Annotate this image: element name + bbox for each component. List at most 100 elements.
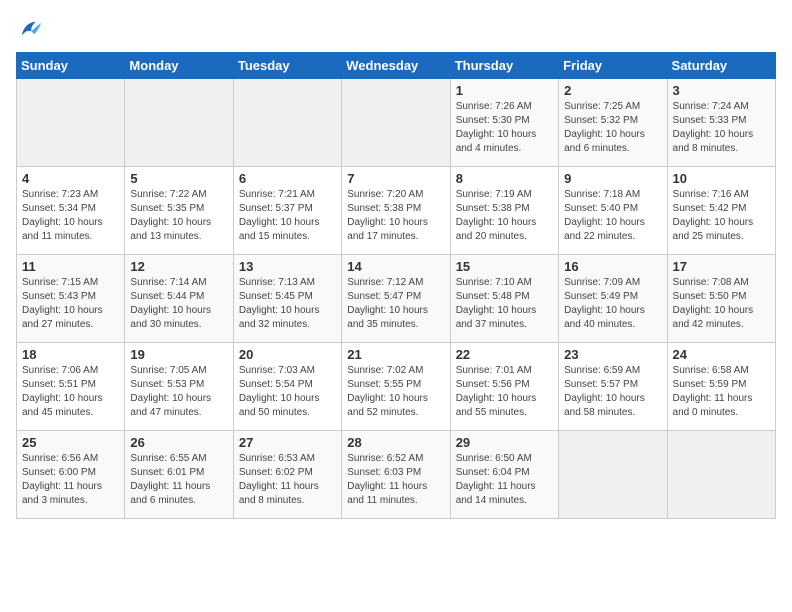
- calendar-cell: [17, 79, 125, 167]
- calendar-cell: 24 Sunrise: 6:58 AM Sunset: 5:59 PM Dayli…: [667, 343, 775, 431]
- calendar-week-row: 4Sunrise: 7:23 AM Sunset: 5:34 PM Daylig…: [17, 167, 776, 255]
- day-number: 5: [130, 171, 227, 186]
- calendar-cell: 17 Sunrise: 7:08 AM Sunset: 5:50 PM Dayli…: [667, 255, 775, 343]
- logo: [16, 16, 48, 44]
- calendar-cell: 1 Sunrise: 7:26 AM Sunset: 5:30 PM Daylig…: [450, 79, 558, 167]
- calendar-cell: 20 Sunrise: 7:03 AM Sunset: 5:54 PM Dayli…: [233, 343, 341, 431]
- weekday-header-monday: Monday: [125, 53, 233, 79]
- weekday-header-row: SundayMondayTuesdayWednesdayThursdayFrid…: [17, 53, 776, 79]
- day-info: Sunrise: 7:02 AM Sunset: 5:55 PM Dayligh…: [347, 364, 444, 420]
- calendar-week-row: 11Sunrise: 7:15 AM Sunset: 5:43 PM Dayli…: [17, 255, 776, 343]
- calendar-cell: 2 Sunrise: 7:25 AM Sunset: 5:32 PM Daylig…: [559, 79, 667, 167]
- day-number: 22: [456, 347, 553, 362]
- calendar-cell: 18 Sunrise: 7:06 AM Sunset: 5:51 PM Dayli…: [17, 343, 125, 431]
- calendar-cell: 6 Sunrise: 7:21 AM Sunset: 5:37 PM Daylig…: [233, 167, 341, 255]
- day-info: Sunrise: 7:16 AM Sunset: 5:42 PM Dayligh…: [673, 188, 770, 244]
- day-info: Sunrise: 7:05 AM Sunset: 5:53 PM Dayligh…: [130, 364, 227, 420]
- day-number: 28: [347, 435, 444, 450]
- day-number: 15: [456, 259, 553, 274]
- day-number: 26: [130, 435, 227, 450]
- day-info: Sunrise: 6:59 AM Sunset: 5:57 PM Dayligh…: [564, 364, 661, 420]
- calendar-cell: 23 Sunrise: 6:59 AM Sunset: 5:57 PM Dayli…: [559, 343, 667, 431]
- calendar-cell: 26 Sunrise: 6:55 AM Sunset: 6:01 PM Dayli…: [125, 431, 233, 519]
- day-number: 10: [673, 171, 770, 186]
- calendar-cell: 5Sunrise: 7:22 AM Sunset: 5:35 PM Daylig…: [125, 167, 233, 255]
- day-number: 29: [456, 435, 553, 450]
- calendar-week-row: 1 Sunrise: 7:26 AM Sunset: 5:30 PM Daylig…: [17, 79, 776, 167]
- day-info: Sunrise: 6:52 AM Sunset: 6:03 PM Dayligh…: [347, 452, 444, 508]
- day-info: Sunrise: 7:06 AM Sunset: 5:51 PM Dayligh…: [22, 364, 119, 420]
- day-number: 13: [239, 259, 336, 274]
- calendar-cell: 11Sunrise: 7:15 AM Sunset: 5:43 PM Dayli…: [17, 255, 125, 343]
- day-info: Sunrise: 7:13 AM Sunset: 5:45 PM Dayligh…: [239, 276, 336, 332]
- day-number: 20: [239, 347, 336, 362]
- day-number: 9: [564, 171, 661, 186]
- day-info: Sunrise: 7:01 AM Sunset: 5:56 PM Dayligh…: [456, 364, 553, 420]
- day-number: 3: [673, 83, 770, 98]
- calendar-cell: 14Sunrise: 7:12 AM Sunset: 5:47 PM Dayli…: [342, 255, 450, 343]
- calendar-cell: 10 Sunrise: 7:16 AM Sunset: 5:42 PM Dayli…: [667, 167, 775, 255]
- page-header: [16, 16, 776, 44]
- logo-bird-icon: [16, 16, 44, 44]
- day-number: 18: [22, 347, 119, 362]
- day-info: Sunrise: 7:21 AM Sunset: 5:37 PM Dayligh…: [239, 188, 336, 244]
- calendar-cell: [667, 431, 775, 519]
- day-info: Sunrise: 7:08 AM Sunset: 5:50 PM Dayligh…: [673, 276, 770, 332]
- calendar-week-row: 25Sunrise: 6:56 AM Sunset: 6:00 PM Dayli…: [17, 431, 776, 519]
- day-number: 16: [564, 259, 661, 274]
- calendar-cell: 4Sunrise: 7:23 AM Sunset: 5:34 PM Daylig…: [17, 167, 125, 255]
- day-number: 12: [130, 259, 227, 274]
- day-info: Sunrise: 6:58 AM Sunset: 5:59 PM Dayligh…: [673, 364, 770, 420]
- calendar-cell: 29 Sunrise: 6:50 AM Sunset: 6:04 PM Dayli…: [450, 431, 558, 519]
- day-info: Sunrise: 6:50 AM Sunset: 6:04 PM Dayligh…: [456, 452, 553, 508]
- calendar-cell: 8 Sunrise: 7:19 AM Sunset: 5:38 PM Daylig…: [450, 167, 558, 255]
- day-info: Sunrise: 7:14 AM Sunset: 5:44 PM Dayligh…: [130, 276, 227, 332]
- day-number: 1: [456, 83, 553, 98]
- day-number: 21: [347, 347, 444, 362]
- day-number: 23: [564, 347, 661, 362]
- day-number: 7: [347, 171, 444, 186]
- day-number: 8: [456, 171, 553, 186]
- calendar-cell: 12 Sunrise: 7:14 AM Sunset: 5:44 PM Dayli…: [125, 255, 233, 343]
- calendar-cell: 7 Sunrise: 7:20 AM Sunset: 5:38 PM Daylig…: [342, 167, 450, 255]
- calendar-cell: 27Sunrise: 6:53 AM Sunset: 6:02 PM Dayli…: [233, 431, 341, 519]
- day-info: Sunrise: 7:09 AM Sunset: 5:49 PM Dayligh…: [564, 276, 661, 332]
- calendar-cell: [125, 79, 233, 167]
- day-info: Sunrise: 7:23 AM Sunset: 5:34 PM Dayligh…: [22, 188, 119, 244]
- calendar-cell: 25Sunrise: 6:56 AM Sunset: 6:00 PM Dayli…: [17, 431, 125, 519]
- calendar-cell: 9 Sunrise: 7:18 AM Sunset: 5:40 PM Daylig…: [559, 167, 667, 255]
- day-number: 11: [22, 259, 119, 274]
- calendar-cell: [342, 79, 450, 167]
- day-info: Sunrise: 7:18 AM Sunset: 5:40 PM Dayligh…: [564, 188, 661, 244]
- day-number: 19: [130, 347, 227, 362]
- calendar-cell: 3 Sunrise: 7:24 AM Sunset: 5:33 PM Daylig…: [667, 79, 775, 167]
- day-info: Sunrise: 7:10 AM Sunset: 5:48 PM Dayligh…: [456, 276, 553, 332]
- weekday-header-sunday: Sunday: [17, 53, 125, 79]
- day-info: Sunrise: 6:53 AM Sunset: 6:02 PM Dayligh…: [239, 452, 336, 508]
- calendar-cell: 16 Sunrise: 7:09 AM Sunset: 5:49 PM Dayli…: [559, 255, 667, 343]
- day-info: Sunrise: 7:19 AM Sunset: 5:38 PM Dayligh…: [456, 188, 553, 244]
- day-number: 2: [564, 83, 661, 98]
- weekday-header-friday: Friday: [559, 53, 667, 79]
- day-info: Sunrise: 7:24 AM Sunset: 5:33 PM Dayligh…: [673, 100, 770, 156]
- calendar-cell: 22 Sunrise: 7:01 AM Sunset: 5:56 PM Dayli…: [450, 343, 558, 431]
- calendar-cell: 15 Sunrise: 7:10 AM Sunset: 5:48 PM Dayli…: [450, 255, 558, 343]
- day-info: Sunrise: 6:56 AM Sunset: 6:00 PM Dayligh…: [22, 452, 119, 508]
- day-info: Sunrise: 7:25 AM Sunset: 5:32 PM Dayligh…: [564, 100, 661, 156]
- weekday-header-saturday: Saturday: [667, 53, 775, 79]
- calendar-cell: 19 Sunrise: 7:05 AM Sunset: 5:53 PM Dayli…: [125, 343, 233, 431]
- day-number: 24: [673, 347, 770, 362]
- calendar-cell: [233, 79, 341, 167]
- calendar-table: SundayMondayTuesdayWednesdayThursdayFrid…: [16, 52, 776, 519]
- calendar-cell: 21 Sunrise: 7:02 AM Sunset: 5:55 PM Dayli…: [342, 343, 450, 431]
- day-info: Sunrise: 7:12 AM Sunset: 5:47 PM Dayligh…: [347, 276, 444, 332]
- day-number: 17: [673, 259, 770, 274]
- day-info: Sunrise: 7:26 AM Sunset: 5:30 PM Dayligh…: [456, 100, 553, 156]
- calendar-week-row: 18 Sunrise: 7:06 AM Sunset: 5:51 PM Dayli…: [17, 343, 776, 431]
- day-number: 6: [239, 171, 336, 186]
- day-info: Sunrise: 7:03 AM Sunset: 5:54 PM Dayligh…: [239, 364, 336, 420]
- day-info: Sunrise: 6:55 AM Sunset: 6:01 PM Dayligh…: [130, 452, 227, 508]
- day-info: Sunrise: 7:20 AM Sunset: 5:38 PM Dayligh…: [347, 188, 444, 244]
- calendar-cell: [559, 431, 667, 519]
- weekday-header-tuesday: Tuesday: [233, 53, 341, 79]
